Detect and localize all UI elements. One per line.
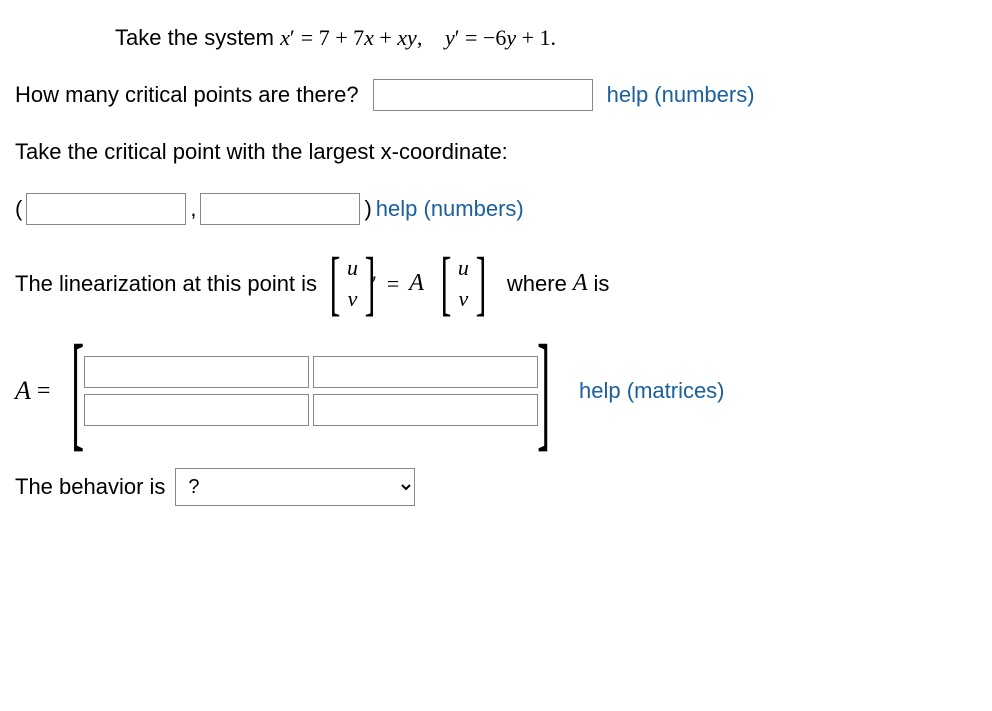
matrix-a21-input[interactable]	[84, 394, 309, 426]
A-equals: A	[15, 376, 31, 406]
behavior-select[interactable]: ?	[175, 468, 415, 506]
help-numbers-link-2[interactable]: help (numbers)	[376, 196, 524, 222]
linearization-prefix: The linearization at this point is	[15, 271, 317, 297]
help-matrices-link[interactable]: help (matrices)	[579, 378, 724, 404]
system-eq: x	[280, 25, 290, 50]
matrix-A-symbol: A	[409, 270, 424, 297]
matrix-a12-input[interactable]	[313, 356, 538, 388]
vector-uv-prime: [ u v ] ′	[323, 253, 377, 315]
matrix-A-definition: A = [ ] help (matrices)	[15, 343, 977, 441]
coord-y-input[interactable]	[200, 193, 360, 225]
system-prefix: Take the system	[115, 25, 280, 50]
linearization-statement: The linearization at this point is [ u v…	[15, 253, 977, 315]
equals-sign: =	[387, 271, 399, 297]
behavior-text: The behavior is	[15, 474, 165, 500]
A-symbol-2: A	[573, 270, 588, 297]
matrix-input-block: [ ]	[56, 343, 565, 441]
critical-points-question: How many critical points are there? help…	[15, 79, 977, 111]
paren-close: )	[364, 196, 371, 222]
critical-point-coords: ( , ) help (numbers)	[15, 193, 977, 225]
largest-x-instruction: Take the critical point with the largest…	[15, 139, 977, 165]
matrix-a22-input[interactable]	[313, 394, 538, 426]
critical-points-input[interactable]	[373, 79, 593, 111]
is-text: is	[594, 271, 610, 297]
where-text: where	[507, 271, 567, 297]
problem-statement: Take the system x′ = 7 + 7x + xy, y′ = −…	[115, 25, 977, 51]
paren-open: (	[15, 196, 22, 222]
matrix-a11-input[interactable]	[84, 356, 309, 388]
critical-points-text: How many critical points are there?	[15, 82, 359, 108]
coord-x-input[interactable]	[26, 193, 186, 225]
help-numbers-link-1[interactable]: help (numbers)	[607, 82, 755, 108]
coord-comma: ,	[190, 196, 196, 222]
largest-x-text: Take the critical point with the largest…	[15, 139, 508, 164]
behavior-question: The behavior is ?	[15, 468, 977, 506]
vector-uv: [ u v ]	[434, 253, 493, 315]
